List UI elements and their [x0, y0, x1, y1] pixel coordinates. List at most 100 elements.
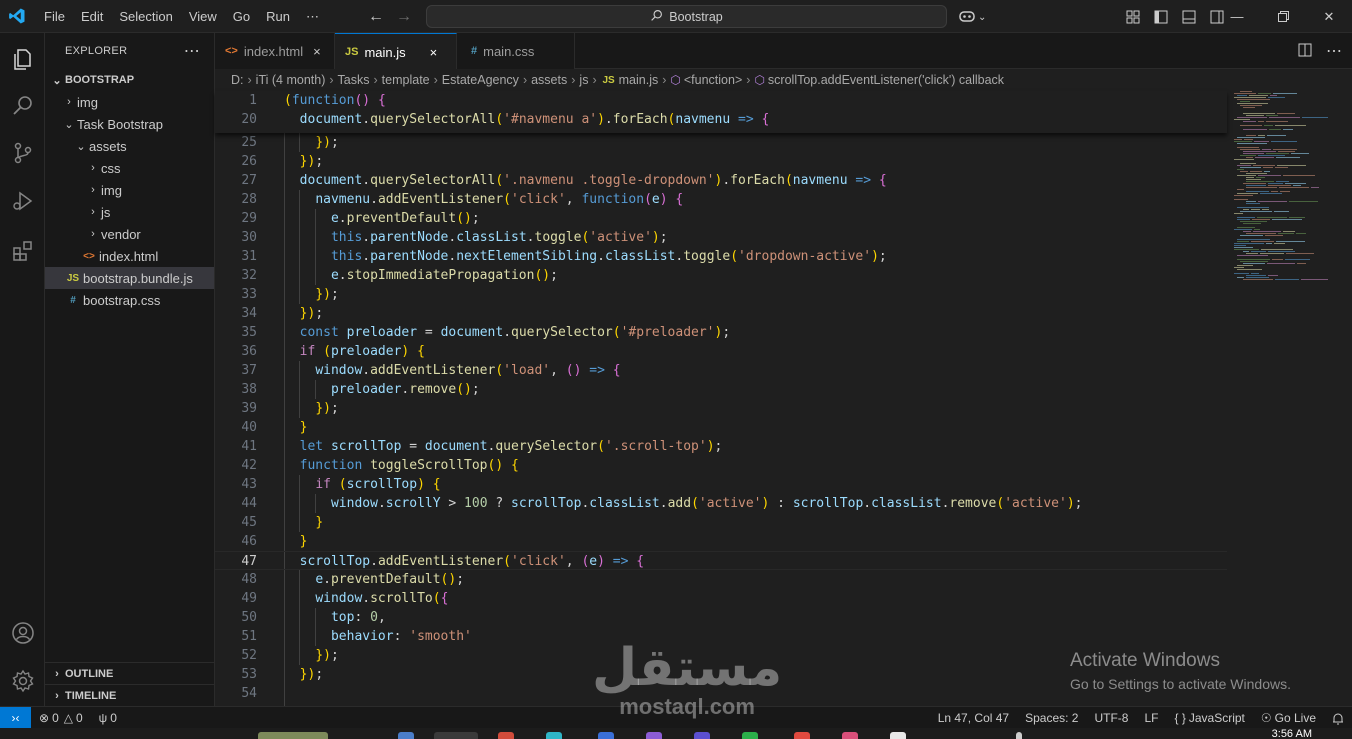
accounts-icon[interactable] — [0, 611, 45, 655]
taskbar-app-icon[interactable] — [890, 732, 906, 739]
code-line[interactable]: 34 }); — [215, 304, 1227, 323]
end-of-line[interactable]: LF — [1136, 711, 1166, 725]
tree-file[interactable]: # bootstrap.css — [45, 289, 214, 311]
tab-main-js[interactable]: JS main.js × — [335, 33, 457, 70]
close-icon[interactable]: × — [313, 44, 321, 59]
code-line[interactable]: 33 }); — [215, 285, 1227, 304]
taskbar-app-icon[interactable] — [646, 732, 662, 739]
breadcrumb-item[interactable]: scrollTop.addEventListener('click') call… — [768, 73, 1004, 87]
customize-layout-icon[interactable] — [1122, 6, 1144, 28]
language-mode[interactable]: { } JavaScript — [1166, 711, 1252, 725]
taskbar-widget-icon[interactable] — [258, 732, 328, 739]
minimap[interactable] — [1230, 91, 1352, 706]
code-line[interactable]: 38 preloader.remove(); — [215, 380, 1227, 399]
code-line[interactable]: 31 this.parentNode.nextElementSibling.cl… — [215, 247, 1227, 266]
close-icon[interactable]: × — [430, 45, 438, 60]
back-arrow-icon[interactable]: ← — [368, 8, 384, 26]
breadcrumb-item[interactable]: iTi (4 month) — [256, 73, 326, 87]
menu-item-more[interactable]: ⋯ — [298, 0, 327, 33]
breadcrumb-item[interactable]: assets — [531, 73, 567, 87]
code-line[interactable]: 1 (function() { — [215, 91, 1227, 110]
cursor-position[interactable]: Ln 47, Col 47 — [930, 711, 1017, 725]
breadcrumb-item[interactable]: js — [579, 73, 588, 87]
close-window-icon[interactable]: ✕ — [1306, 0, 1352, 33]
source-control-icon[interactable] — [0, 131, 45, 175]
more-actions-icon[interactable]: ⋯ — [184, 41, 200, 61]
menu-item-view[interactable]: View — [181, 0, 225, 33]
code-line[interactable]: 41 let scrollTop = document.querySelecto… — [215, 437, 1227, 456]
ports-indicator[interactable]: ψ 0 — [91, 711, 125, 725]
tree-folder[interactable]: › vendor — [45, 223, 214, 245]
taskbar-app-icon[interactable] — [598, 732, 614, 739]
tree-folder[interactable]: › img — [45, 179, 214, 201]
settings-gear-icon[interactable] — [0, 659, 45, 703]
vertical-scrollbar[interactable] — [1344, 91, 1352, 706]
code-line[interactable]: 37 window.addEventListener('load', () =>… — [215, 361, 1227, 380]
code-line[interactable]: 30 this.parentNode.classList.toggle('act… — [215, 228, 1227, 247]
code-line[interactable]: 26 }); — [215, 152, 1227, 171]
taskbar-app-icon[interactable] — [498, 732, 514, 739]
tree-folder[interactable]: › img — [45, 91, 214, 113]
taskbar-app-icon[interactable] — [546, 732, 562, 739]
code-line[interactable]: 47 scrollTop.addEventListener('click', (… — [215, 551, 1227, 570]
copilot-button[interactable]: ⌄ — [958, 6, 992, 28]
menu-item-selection[interactable]: Selection — [111, 0, 180, 33]
restore-icon[interactable] — [1260, 0, 1306, 33]
taskbar-app-icon[interactable] — [794, 732, 810, 739]
minimize-icon[interactable]: — — [1214, 0, 1260, 33]
code-line[interactable]: 39 }); — [215, 399, 1227, 418]
menu-item-go[interactable]: Go — [225, 0, 258, 33]
code-line[interactable]: 42 function toggleScrollTop() { — [215, 456, 1227, 475]
command-center-search[interactable]: Bootstrap — [426, 5, 947, 28]
taskbar-app-icon[interactable] — [434, 732, 478, 739]
forward-arrow-icon[interactable]: → — [396, 8, 412, 26]
outline-section[interactable]: › OUTLINE — [45, 662, 214, 684]
menu-item-run[interactable]: Run — [258, 0, 298, 33]
code-line[interactable]: 49 window.scrollTo({ — [215, 589, 1227, 608]
taskbar-clock[interactable]: 3:56 AM — [1272, 728, 1312, 739]
tree-file[interactable]: JS bootstrap.bundle.js — [45, 267, 214, 289]
go-live-button[interactable]: ☉ Go Live — [1253, 711, 1324, 725]
tree-folder[interactable]: › css — [45, 157, 214, 179]
code-line[interactable]: 36 if (preloader) { — [215, 342, 1227, 361]
toggle-panel-icon[interactable] — [1178, 6, 1200, 28]
code-line[interactable]: 46 } — [215, 532, 1227, 551]
notifications-bell-icon[interactable] — [1324, 712, 1352, 725]
code-line[interactable]: 29 e.preventDefault(); — [215, 209, 1227, 228]
code-editor[interactable]: 1 (function() {20 document.querySelectorA… — [215, 91, 1230, 722]
taskbar-app-icon[interactable] — [398, 732, 414, 739]
breadcrumb-item[interactable]: EstateAgency — [442, 73, 519, 87]
code-line[interactable]: 48 e.preventDefault(); — [215, 570, 1227, 589]
code-line[interactable]: 43 if (scrollTop) { — [215, 475, 1227, 494]
breadcrumb-item[interactable]: template — [382, 73, 430, 87]
code-line[interactable]: 25 }); — [215, 133, 1227, 152]
breadcrumb-item[interactable]: D: — [231, 73, 244, 87]
indentation[interactable]: Spaces: 2 — [1017, 711, 1086, 725]
extensions-icon[interactable] — [0, 229, 45, 273]
split-editor-icon[interactable] — [1298, 43, 1312, 60]
breadcrumb-item[interactable]: Tasks — [338, 73, 370, 87]
taskbar-app-icon[interactable] — [694, 732, 710, 739]
tab-index-html[interactable]: <> index.html × — [215, 33, 335, 69]
taskbar-tray-icon[interactable] — [1016, 732, 1022, 739]
code-line[interactable]: 44 window.scrollY > 100 ? scrollTop.clas… — [215, 494, 1227, 513]
menu-item-edit[interactable]: Edit — [73, 0, 111, 33]
code-line[interactable]: 50 top: 0, — [215, 608, 1227, 627]
tree-folder[interactable]: ⌄ Task Bootstrap — [45, 113, 214, 135]
tab-main-css[interactable]: # main.css — [457, 33, 575, 69]
toggle-primary-sidebar-icon[interactable] — [1150, 6, 1172, 28]
code-line[interactable]: 20 document.querySelectorAll('#navmenu a… — [215, 110, 1227, 129]
tree-folder[interactable]: › js — [45, 201, 214, 223]
more-actions-icon[interactable]: ⋯ — [1326, 41, 1342, 61]
taskbar-app-icon[interactable] — [842, 732, 858, 739]
run-debug-icon[interactable] — [0, 179, 45, 223]
explorer-icon[interactable] — [0, 37, 45, 81]
breadcrumb-item[interactable]: <function> — [684, 73, 742, 87]
breadcrumb-item[interactable]: main.js — [619, 73, 659, 87]
code-line[interactable]: 40 } — [215, 418, 1227, 437]
workspace-root[interactable]: ⌄ BOOTSTRAP — [45, 69, 214, 91]
search-panel-icon[interactable] — [0, 83, 45, 127]
problems-indicator[interactable]: ⊗ 0 △ 0 — [31, 711, 91, 725]
code-line[interactable]: 35 const preloader = document.querySelec… — [215, 323, 1227, 342]
menu-item-file[interactable]: File — [36, 0, 73, 33]
